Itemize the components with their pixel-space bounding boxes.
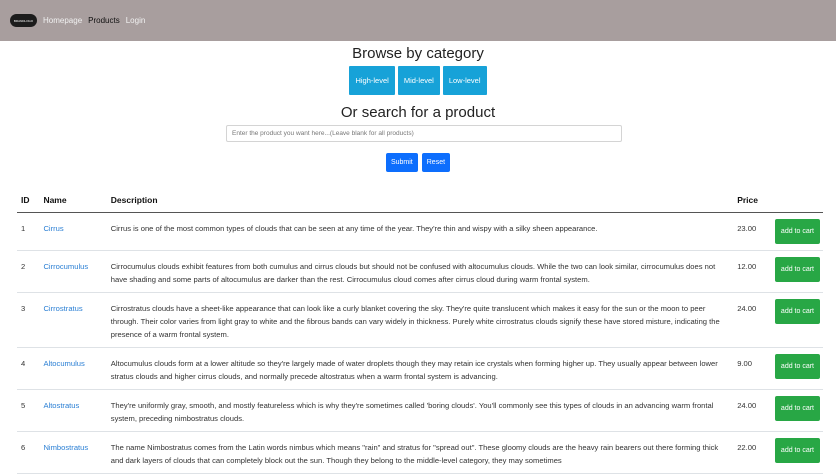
- add-to-cart-button[interactable]: add to cart: [774, 396, 820, 421]
- table-row: 2 Cirrocumulus Cirrocumulus clouds exhib…: [17, 250, 823, 293]
- nav-link-login[interactable]: Login: [126, 16, 146, 25]
- product-search-input[interactable]: [226, 125, 622, 142]
- search-title: Or search for a product: [340, 104, 496, 121]
- header-id: ID: [17, 188, 40, 213]
- navbar: BRANDLOGO Homepage Products Login: [0, 0, 836, 41]
- product-name-link[interactable]: Cirrus: [43, 224, 63, 233]
- table-row: 5 Altostratus They're uniformly gray, sm…: [17, 389, 823, 432]
- product-price: 12.00: [733, 250, 771, 293]
- product-id: 5: [17, 389, 40, 432]
- table-row: 1 Cirrus Cirrus is one of the most commo…: [17, 212, 823, 251]
- product-description: Cirrostratus clouds have a sheet-like ap…: [106, 292, 734, 348]
- header-price: Price: [733, 188, 771, 213]
- products-table: ID Name Description Price 1 Cirrus Cirru…: [17, 188, 823, 474]
- nav-link-products[interactable]: Products: [88, 16, 120, 25]
- product-description: Altocumulus clouds form at a lower altit…: [106, 347, 734, 390]
- add-to-cart-button[interactable]: add to cart: [774, 438, 820, 463]
- add-to-cart-button[interactable]: add to cart: [774, 299, 820, 324]
- product-description: Cirrocumulus clouds exhibit features fro…: [106, 250, 734, 293]
- submit-button[interactable]: Submit: [385, 153, 418, 172]
- category-buttons: High-level Mid-level Low-level: [0, 66, 836, 95]
- product-price: 23.00: [733, 212, 771, 251]
- product-price: 24.00: [733, 292, 771, 348]
- product-id: 1: [17, 212, 40, 251]
- product-name-link[interactable]: Altocumulus: [43, 359, 84, 368]
- nav-link-homepage[interactable]: Homepage: [43, 16, 82, 25]
- table-row: 3 Cirrostratus Cirrostratus clouds have …: [17, 292, 823, 348]
- product-description: Cirrus is one of the most common types o…: [106, 212, 734, 251]
- header-name: Name: [39, 188, 107, 213]
- add-to-cart-button[interactable]: add to cart: [774, 257, 820, 282]
- header-actions: [770, 188, 823, 213]
- product-id: 6: [17, 431, 40, 474]
- product-name-link[interactable]: Cirrostratus: [43, 304, 82, 313]
- header-description: Description: [106, 188, 734, 213]
- product-name-link[interactable]: Nimbostratus: [43, 443, 88, 452]
- table-header-row: ID Name Description Price: [17, 188, 823, 213]
- reset-button[interactable]: Reset: [421, 153, 451, 172]
- product-id: 2: [17, 250, 40, 293]
- add-to-cart-button[interactable]: add to cart: [774, 219, 820, 244]
- category-mid-level-button[interactable]: Mid-level: [397, 66, 440, 95]
- product-description: They're uniformly gray, smooth, and most…: [106, 389, 734, 432]
- table-row: 4 Altocumulus Altocumulus clouds form at…: [17, 347, 823, 390]
- category-high-level-button[interactable]: High-level: [349, 66, 395, 95]
- add-to-cart-button[interactable]: add to cart: [774, 354, 820, 379]
- search-actions: Submit Reset: [0, 153, 836, 172]
- product-price: 24.00: [733, 389, 771, 432]
- product-name-link[interactable]: Cirrocumulus: [43, 262, 88, 271]
- product-price: 22.00: [733, 431, 771, 474]
- brand-logo-text: BRANDLOGO: [13, 18, 34, 23]
- product-description: The name Nimbostratus comes from the Lat…: [106, 431, 734, 474]
- product-id: 3: [17, 292, 40, 348]
- browse-title: Browse by category: [352, 45, 484, 62]
- product-price: 9.00: [733, 347, 771, 390]
- product-id: 4: [17, 347, 40, 390]
- table-row: 6 Nimbostratus The name Nimbostratus com…: [17, 431, 823, 474]
- brand-logo[interactable]: BRANDLOGO: [10, 14, 37, 27]
- category-low-level-button[interactable]: Low-level: [442, 66, 487, 95]
- product-name-link[interactable]: Altostratus: [43, 401, 79, 410]
